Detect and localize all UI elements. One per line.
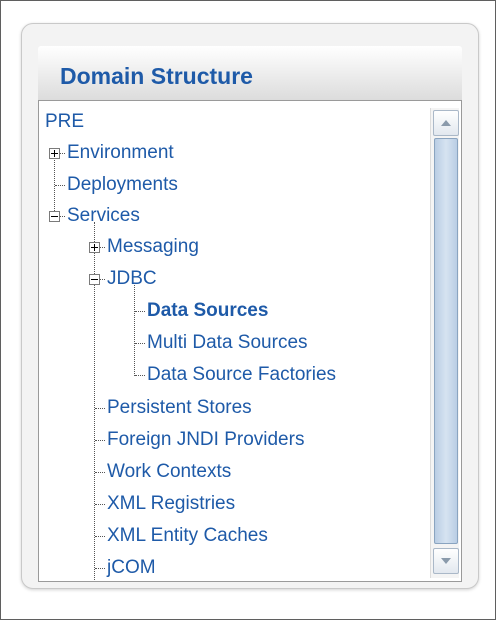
tree-node-data-sources[interactable]: Data Sources — [147, 300, 268, 322]
tree-node-data-source-factories[interactable]: Data Source Factories — [147, 364, 336, 386]
tree-connector — [95, 568, 105, 569]
tree-node-multi-data-sources[interactable]: Multi Data Sources — [147, 332, 308, 354]
collapse-jdbc-icon[interactable] — [89, 274, 100, 285]
tree-connector — [95, 504, 105, 505]
tree-connector — [95, 472, 105, 473]
triangle-up-icon — [441, 120, 451, 126]
tree-node-jdbc[interactable]: JDBC — [107, 268, 157, 290]
tree-node-deployments[interactable]: Deployments — [67, 174, 178, 196]
tree-connector — [95, 408, 105, 409]
expand-messaging-icon[interactable] — [89, 242, 100, 253]
tree-node-xml-entity-caches[interactable]: XML Entity Caches — [107, 525, 268, 547]
tree-node-xml-registries[interactable]: XML Registries — [107, 493, 235, 515]
tree-node-environment[interactable]: Environment — [67, 142, 174, 164]
triangle-down-icon — [441, 558, 451, 564]
tree-node-work-contexts[interactable]: Work Contexts — [107, 461, 231, 483]
tree-node-messaging[interactable]: Messaging — [107, 236, 199, 258]
scrollbar-thumb[interactable] — [434, 138, 458, 544]
collapse-services-icon[interactable] — [49, 211, 60, 222]
domain-structure-panel: Domain Structure PRE Environment Deploym… — [21, 23, 479, 589]
tree-connector — [95, 536, 105, 537]
domain-tree: PRE Environment Deployments Services Mes… — [38, 100, 462, 582]
tree-connector — [55, 185, 65, 186]
panel-header: Domain Structure — [38, 46, 462, 100]
tree-connector — [135, 343, 145, 344]
scroll-down-button[interactable] — [433, 548, 459, 574]
scroll-up-button[interactable] — [433, 110, 459, 136]
tree-node-persistent-stores[interactable]: Persistent Stores — [107, 397, 252, 419]
tree-connector — [134, 285, 135, 376]
tree-scrollbar[interactable] — [430, 108, 459, 578]
tree-connector — [135, 375, 145, 376]
tree-node-jcom[interactable]: jCOM — [107, 557, 156, 579]
expand-environment-icon[interactable] — [49, 148, 60, 159]
tree-connector — [95, 440, 105, 441]
tree-connector — [135, 311, 145, 312]
tree-node-services[interactable]: Services — [67, 205, 140, 227]
screenshot-frame: Domain Structure PRE Environment Deploym… — [0, 0, 496, 620]
panel-title: Domain Structure — [60, 63, 253, 89]
tree-node-foreign-jndi-providers[interactable]: Foreign JNDI Providers — [107, 429, 304, 451]
tree-node-pre[interactable]: PRE — [45, 111, 84, 133]
